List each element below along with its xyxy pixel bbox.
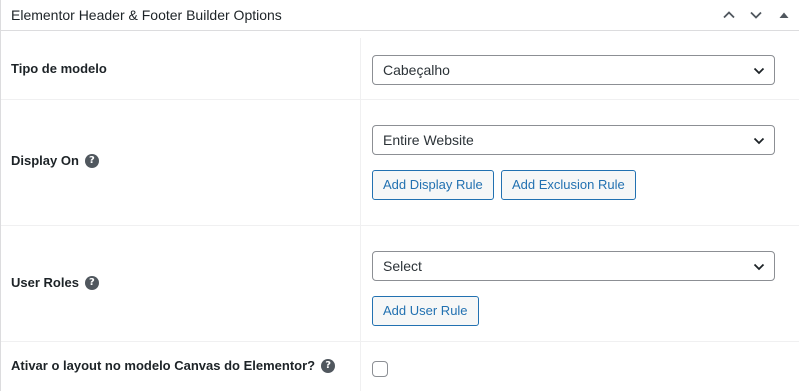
- user-roles-label-text: User Roles: [11, 275, 79, 290]
- move-up-button[interactable]: [719, 6, 739, 24]
- row-display-on: Display On ? Entire Website Add Display …: [1, 100, 799, 226]
- chevron-down-icon: [750, 11, 762, 19]
- user-roles-select[interactable]: Select: [372, 251, 775, 281]
- display-on-label-text: Display On: [11, 153, 79, 168]
- row-user-roles: User Roles ? Select Add User Rule: [1, 226, 799, 342]
- chevron-down-icon: [753, 263, 765, 271]
- add-display-rule-button[interactable]: Add Display Rule: [372, 170, 494, 200]
- help-icon[interactable]: ?: [84, 276, 99, 290]
- display-on-select[interactable]: Entire Website: [372, 125, 775, 155]
- label-cell: User Roles ?: [1, 226, 361, 341]
- template-type-select[interactable]: Cabeçalho: [372, 55, 775, 85]
- display-on-label: Display On ?: [11, 153, 99, 169]
- toggle-panel-button[interactable]: [774, 6, 794, 24]
- row-canvas-layout: Ativar o layout no modelo Canvas do Elem…: [1, 342, 799, 391]
- label-cell: Ativar o layout no modelo Canvas do Elem…: [1, 342, 361, 391]
- help-icon[interactable]: ?: [84, 154, 99, 168]
- metabox-panel: Elementor Header & Footer Builder Option…: [0, 0, 799, 391]
- metabox-header: Elementor Header & Footer Builder Option…: [1, 0, 799, 31]
- display-on-value: Entire Website: [383, 132, 474, 148]
- canvas-layout-label: Ativar o layout no modelo Canvas do Elem…: [11, 358, 336, 374]
- metabox-title: Elementor Header & Footer Builder Option…: [11, 7, 282, 23]
- user-roles-label: User Roles ?: [11, 275, 99, 291]
- canvas-layout-checkbox[interactable]: [372, 361, 388, 377]
- template-type-label: Tipo de modelo: [11, 61, 107, 76]
- user-roles-value: Select: [383, 258, 422, 274]
- add-user-rule-button[interactable]: Add User Rule: [372, 296, 479, 326]
- move-down-button[interactable]: [746, 6, 766, 24]
- label-cell: Display On ?: [1, 100, 361, 225]
- chevron-down-icon: [753, 137, 765, 145]
- chevron-down-icon: [753, 67, 765, 75]
- template-type-value: Cabeçalho: [383, 62, 450, 78]
- label-cell: Tipo de modelo: [1, 38, 361, 99]
- chevron-up-icon: [723, 11, 735, 19]
- canvas-layout-label-text: Ativar o layout no modelo Canvas do Elem…: [11, 358, 316, 373]
- caret-up-icon: [779, 12, 789, 18]
- help-icon[interactable]: ?: [321, 359, 336, 373]
- add-exclusion-rule-button[interactable]: Add Exclusion Rule: [501, 170, 636, 200]
- row-template-type: Tipo de modelo Cabeçalho: [1, 38, 799, 100]
